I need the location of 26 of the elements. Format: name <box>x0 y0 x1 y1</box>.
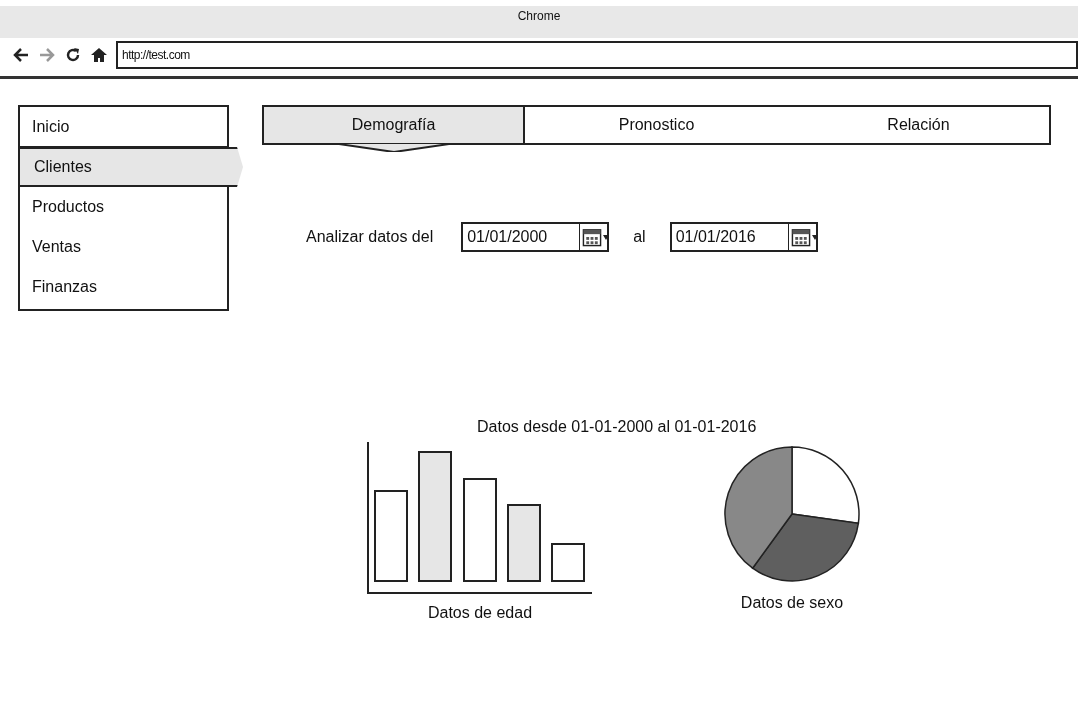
sidebar-item[interactable]: Clientes <box>18 147 243 187</box>
reload-icon[interactable] <box>64 46 82 64</box>
sidebar-item[interactable]: Productos <box>20 187 227 227</box>
chart-caption: Datos de sexo <box>740 594 844 612</box>
calendar-icon <box>582 227 603 247</box>
chart-title: Datos desde 01-01-2000 al 01-01-2016 <box>477 418 758 436</box>
chart-bar <box>551 543 585 582</box>
date-field[interactable]: 01/01/2016 <box>669 222 818 252</box>
back-icon[interactable] <box>12 46 30 64</box>
home-icon[interactable] <box>90 46 108 64</box>
date-separator: al <box>633 228 646 246</box>
chart-caption: Datos de edad <box>427 604 533 622</box>
calendar-icon <box>790 227 811 247</box>
sidebar-item[interactable]: Finanzas <box>20 267 227 307</box>
window-title: Chrome <box>517 9 561 23</box>
date-range-label: Analizar datos del <box>306 228 434 246</box>
caret-icon <box>603 234 610 240</box>
caret-icon <box>811 234 818 240</box>
forward-icon[interactable] <box>38 46 56 64</box>
address-field[interactable]: http://test.com <box>116 41 1078 69</box>
tab[interactable]: Relación <box>788 105 1051 145</box>
date-field[interactable]: 01/01/2000 <box>461 222 610 252</box>
date-input[interactable]: 01/01/2016 <box>671 228 788 246</box>
sidebar-item[interactable]: Ventas <box>20 227 227 267</box>
date-input[interactable]: 01/01/2000 <box>463 228 580 246</box>
tab[interactable]: Pronostico <box>525 105 788 145</box>
